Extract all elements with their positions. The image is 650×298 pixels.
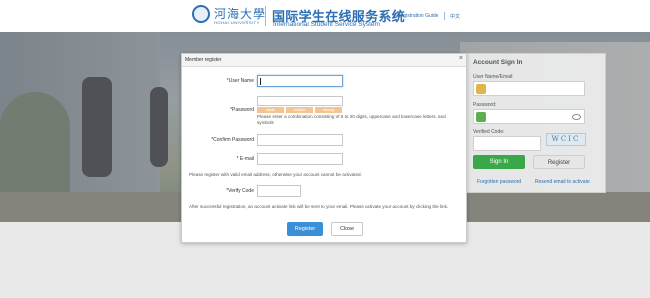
- captcha-image[interactable]: WCIC: [546, 133, 586, 146]
- strength-strong: strong: [315, 107, 342, 113]
- password-input[interactable]: [257, 96, 343, 106]
- username-input[interactable]: [257, 75, 343, 87]
- signin-username-input[interactable]: [473, 81, 585, 96]
- signin-panel: Account Sign In User Name/Email: Passwor…: [466, 53, 606, 193]
- site-subtitle: International Student Service System: [273, 21, 380, 28]
- email-input[interactable]: [257, 153, 343, 165]
- strength-middle: middle: [286, 107, 313, 113]
- activation-note: After successful registration, an accoun…: [189, 204, 449, 209]
- dialog-header: Member register ×: [182, 54, 466, 67]
- eye-icon[interactable]: [572, 114, 581, 120]
- verify-code-input[interactable]: [257, 185, 301, 197]
- close-icon[interactable]: ×: [459, 55, 463, 62]
- signin-password-input[interactable]: [473, 109, 585, 124]
- header-link-separator: [444, 12, 445, 20]
- username-label: User Name/Email:: [473, 74, 514, 80]
- dialog-title: Member register: [185, 57, 222, 63]
- lock-icon: [476, 112, 486, 122]
- language-chinese-link[interactable]: 中文: [450, 13, 460, 20]
- logo-divider: [265, 6, 266, 26]
- confirm-password-input[interactable]: [257, 134, 343, 146]
- register-button[interactable]: Register: [533, 155, 585, 169]
- user-icon: [476, 84, 486, 94]
- site-header: 河海大學 HOHAI UNIVERSITY 国际学生在线服务系统 Interna…: [0, 0, 650, 32]
- confirm-password-label: *Confirm Password: [211, 137, 254, 143]
- registration-guide-link[interactable]: Registration Guide: [397, 13, 438, 19]
- close-dialog-button[interactable]: Close: [331, 222, 363, 236]
- password-label: Password:: [473, 102, 497, 108]
- email-note: Please register with valid email address…: [189, 172, 362, 177]
- password-hint: Please enter a combination consisting of…: [257, 114, 446, 125]
- strength-weak: weak: [257, 107, 284, 113]
- register-dialog: Member register × *User Name *Password w…: [181, 53, 467, 243]
- university-seal-icon: [192, 5, 210, 23]
- university-logo-english: HOHAI UNIVERSITY: [214, 20, 260, 25]
- submit-register-button[interactable]: Register: [287, 222, 323, 236]
- username-field-label: *User Name: [226, 78, 254, 84]
- password-field-label: *Password: [230, 107, 254, 113]
- verify-code-label: *Verify Code: [226, 188, 254, 194]
- signin-code-input[interactable]: [473, 136, 541, 151]
- forgot-password-link[interactable]: Forgotten password: [477, 179, 521, 185]
- resend-activation-link[interactable]: Resend email to activate: [535, 179, 590, 185]
- signin-button[interactable]: Sign In: [473, 155, 525, 169]
- text-caret: [260, 78, 261, 85]
- signin-title: Account Sign In: [473, 59, 523, 66]
- email-field-label: * E-mail: [236, 156, 254, 162]
- verified-code-label: Verified Code:: [473, 129, 505, 135]
